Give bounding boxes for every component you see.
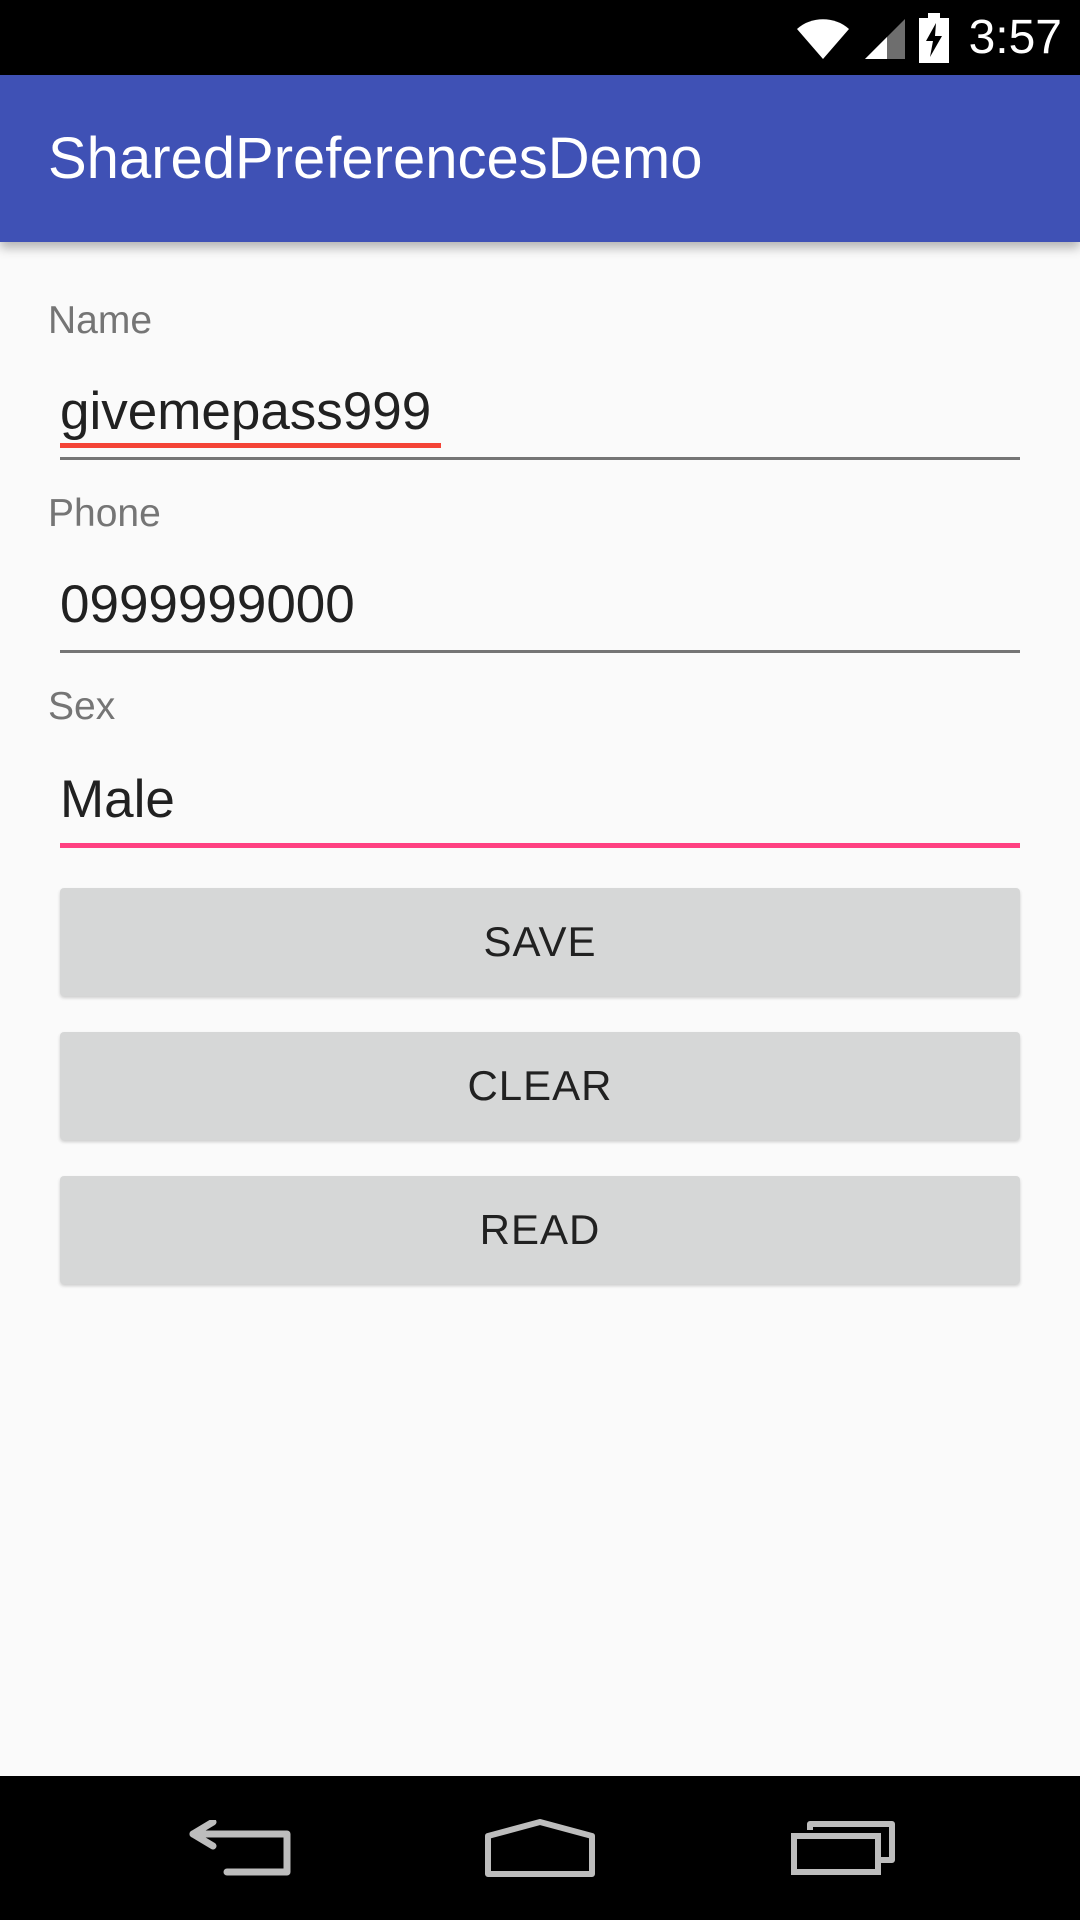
recent-apps-icon — [791, 1821, 895, 1875]
app-bar: SharedPreferencesDemo — [0, 75, 1080, 242]
clear-button-label: CLEAR — [467, 1062, 613, 1109]
battery-charging-icon — [918, 12, 949, 63]
save-button-label: SAVE — [483, 918, 597, 965]
name-field-underline — [60, 457, 1020, 460]
phone-field[interactable]: 0999999000 — [60, 563, 1020, 653]
status-time: 3:57 — [968, 11, 1062, 64]
clear-button[interactable]: CLEAR — [60, 1032, 1020, 1140]
name-label: Name — [48, 299, 153, 342]
save-button[interactable]: SAVE — [60, 888, 1020, 996]
back-button[interactable] — [139, 1776, 339, 1920]
sex-field-value: Male — [60, 770, 175, 829]
sex-field-underline — [60, 843, 1020, 848]
spell-check-underline — [60, 443, 441, 448]
status-bar: 3:57 — [0, 0, 1080, 75]
home-icon — [485, 1819, 595, 1877]
sex-label: Sex — [48, 685, 116, 728]
sex-field[interactable]: Male — [60, 758, 1020, 848]
navigation-bar — [0, 1776, 1080, 1920]
wifi-icon — [796, 18, 849, 59]
home-button[interactable] — [440, 1776, 640, 1920]
read-button[interactable]: READ — [60, 1176, 1020, 1284]
name-field-value: givemepass999 — [60, 382, 432, 441]
app-title: SharedPreferencesDemo — [48, 126, 703, 191]
read-button-label: READ — [479, 1206, 601, 1253]
back-icon — [189, 1820, 291, 1876]
status-icons: 3:57 — [795, 0, 1062, 75]
phone-label: Phone — [48, 492, 161, 535]
phone-field-value: 0999999000 — [60, 575, 355, 634]
name-field[interactable]: givemepass999 — [60, 370, 1020, 460]
phone-field-underline — [60, 650, 1020, 653]
recent-apps-button[interactable] — [743, 1776, 943, 1920]
signal-icon — [864, 18, 905, 59]
main-content: Name givemepass999 Phone 0999999000 Sex … — [0, 242, 1080, 1776]
